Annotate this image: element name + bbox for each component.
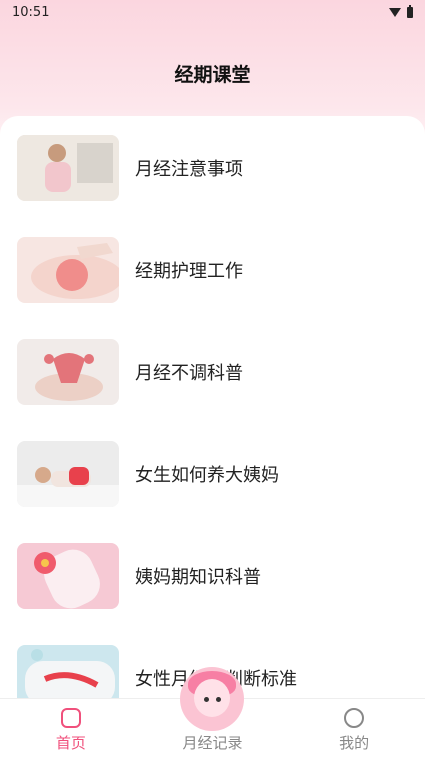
mascot-icon[interactable] [180, 667, 244, 731]
article-thumbnail [17, 339, 119, 405]
tab-mine[interactable]: 我的 [304, 708, 404, 757]
tab-mine-label: 我的 [339, 734, 370, 752]
battery-icon [407, 4, 413, 18]
list-item[interactable]: 经期护理工作 [17, 237, 407, 303]
article-title: 女生如何养大姨妈 [135, 465, 279, 486]
list-item[interactable]: 月经注意事项 [17, 135, 407, 201]
article-thumbnail [17, 543, 119, 609]
status-time: 10:51 [12, 4, 50, 20]
list-item[interactable]: 姨妈期知识科普 [17, 543, 407, 609]
list-item[interactable]: 女生如何养大姨妈 [17, 441, 407, 507]
article-thumbnail [17, 237, 119, 303]
tab-period-record-label: 月经记录 [182, 734, 243, 752]
status-icons [389, 4, 413, 18]
mascot-eye [216, 697, 221, 702]
chat-bubble-icon [344, 708, 365, 728]
home-icon [60, 708, 81, 728]
article-thumbnail [17, 441, 119, 507]
article-thumbnail [17, 135, 119, 201]
wifi-icon [389, 7, 401, 17]
article-title: 经期护理工作 [135, 261, 243, 282]
page-title: 经期课堂 [174, 64, 251, 86]
tab-home[interactable]: 首页 [21, 708, 121, 757]
status-bar: 10:51 [0, 0, 425, 24]
article-title: 姨妈期知识科普 [135, 567, 261, 588]
tab-home-label: 首页 [55, 734, 86, 752]
mascot-face [194, 679, 230, 717]
article-title: 月经不调科普 [135, 363, 243, 384]
list-item[interactable]: 月经不调科普 [17, 339, 407, 405]
article-title: 月经注意事项 [135, 159, 243, 180]
mascot-eye [204, 697, 209, 702]
